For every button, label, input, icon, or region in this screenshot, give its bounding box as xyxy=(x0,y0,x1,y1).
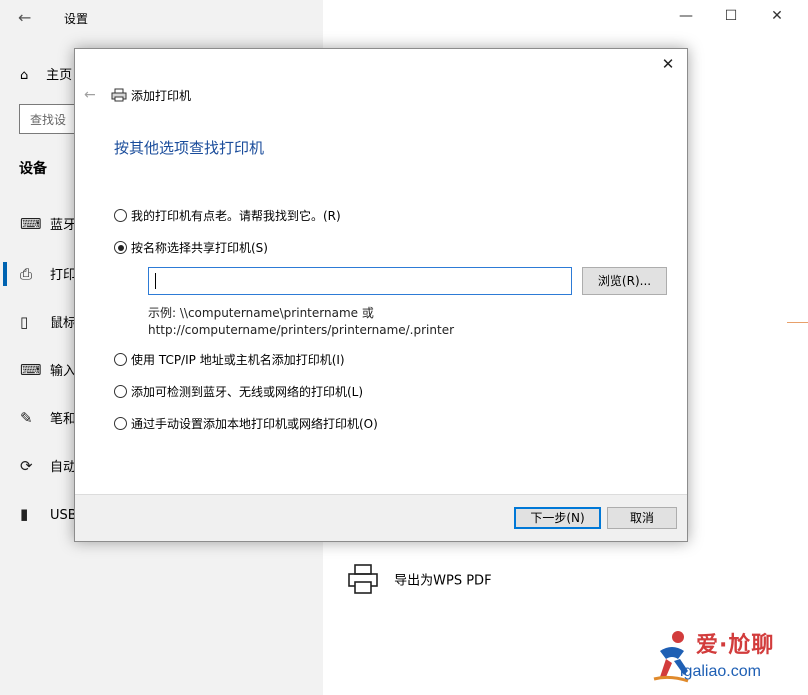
radio-button-selected[interactable] xyxy=(114,241,127,254)
sidebar-item-label: USB xyxy=(50,508,77,523)
dialog-footer: 下一步(N) 取消 xyxy=(75,494,687,541)
sidebar-item-usb[interactable]: ▮ USB xyxy=(20,502,77,526)
sidebar-item-typing[interactable]: ⌨ 输入 xyxy=(20,358,76,382)
text-caret xyxy=(155,273,156,289)
printer-name: 导出为WPS PDF xyxy=(394,573,492,589)
watermark-text-top: 爱·尬聊 xyxy=(696,633,775,658)
sidebar-item-pen[interactable]: ✎ 笔和 xyxy=(20,406,76,430)
sidebar-item-label: 蓝牙 xyxy=(50,218,77,233)
printer-icon: ⎙ xyxy=(20,265,33,283)
radio-button[interactable] xyxy=(114,417,127,430)
sidebar-item-printers[interactable]: ⎙ 打印 xyxy=(20,262,76,286)
dialog-close-button[interactable]: ✕ xyxy=(657,53,679,75)
usb-icon: ▮ xyxy=(20,505,29,523)
maximize-button[interactable]: ☐ xyxy=(717,5,745,27)
option-old-printer[interactable]: 我的打印机有点老。请帮我找到它。(R) xyxy=(114,207,341,225)
example-line-1: 示例: \\computername\printername 或 xyxy=(148,306,374,320)
keyboard-icon: ⌨ xyxy=(20,361,42,379)
printer-icon xyxy=(111,88,131,105)
radio-button[interactable] xyxy=(114,353,127,366)
option-label: 按名称选择共享打印机(S) xyxy=(131,241,268,255)
next-button[interactable]: 下一步(N) xyxy=(514,507,601,529)
sidebar-item-label: 鼠标 xyxy=(50,316,77,331)
back-arrow-icon[interactable]: ← xyxy=(18,8,31,27)
watermark-logo: 爱·尬聊 igaliao.com xyxy=(652,627,802,687)
dialog-heading: 按其他选项查找打印机 xyxy=(114,139,265,157)
sidebar-item-label: 输入 xyxy=(50,364,77,379)
cancel-button[interactable]: 取消 xyxy=(607,507,677,529)
radio-button[interactable] xyxy=(114,385,127,398)
add-printer-dialog: ✕ ← 添加打印机 按其他选项查找打印机 我的打印机有点老。请帮我找到它。(R)… xyxy=(74,48,688,542)
sidebar-item-mouse[interactable]: ▯ 鼠标 xyxy=(20,310,76,334)
printer-list-item[interactable]: 导出为WPS PDF xyxy=(346,562,492,600)
browse-button[interactable]: 浏览(R)... xyxy=(582,267,667,295)
option-bluetooth-wireless[interactable]: 添加可检测到蓝牙、无线或网络的打印机(L) xyxy=(114,383,363,401)
dialog-back-arrow-icon[interactable]: ← xyxy=(84,87,96,103)
section-heading: 设备 xyxy=(19,161,47,177)
example-text: 示例: \\computername\printername 或 http://… xyxy=(148,305,454,339)
printer-name-input[interactable] xyxy=(148,267,572,295)
sidebar-item-autoplay[interactable]: ⟳ 自动 xyxy=(20,454,76,478)
nav-home[interactable]: ⌂ 主页 xyxy=(20,64,72,83)
watermark-text-bottom: igaliao.com xyxy=(680,663,761,680)
sidebar-item-label: 打印 xyxy=(50,268,77,283)
sidebar-item-label: 自动 xyxy=(50,460,77,475)
option-manual-local[interactable]: 通过手动设置添加本地打印机或网络打印机(O) xyxy=(114,415,378,433)
option-shared-by-name[interactable]: 按名称选择共享打印机(S) xyxy=(114,239,268,257)
dialog-title: 添加打印机 xyxy=(111,87,191,105)
option-tcpip[interactable]: 使用 TCP/IP 地址或主机名添加打印机(I) xyxy=(114,351,345,369)
settings-title: 设置 xyxy=(64,12,89,26)
settings-titlebar: ← 设置 — ☐ ✕ xyxy=(0,0,808,34)
option-label: 通过手动设置添加本地打印机或网络打印机(O) xyxy=(131,417,378,431)
mouse-icon: ▯ xyxy=(20,313,29,331)
bluetooth-icon: ⌨ xyxy=(20,215,42,233)
search-placeholder: 查找设 xyxy=(30,113,67,127)
radio-button[interactable] xyxy=(114,209,127,222)
nav-home-label: 主页 xyxy=(46,68,73,83)
dialog-title-label: 添加打印机 xyxy=(131,89,192,103)
option-label: 我的打印机有点老。请帮我找到它。(R) xyxy=(131,209,341,223)
sidebar-item-label: 笔和 xyxy=(50,412,77,427)
nav-selection-indicator xyxy=(3,262,7,286)
pen-icon: ✎ xyxy=(20,409,33,427)
minimize-button[interactable]: — xyxy=(672,5,700,27)
option-label: 添加可检测到蓝牙、无线或网络的打印机(L) xyxy=(131,385,364,399)
home-icon: ⌂ xyxy=(20,68,29,83)
divider xyxy=(787,322,808,323)
autoplay-icon: ⟳ xyxy=(20,457,33,475)
sidebar-item-bluetooth[interactable]: ⌨ 蓝牙 xyxy=(20,212,76,236)
close-button[interactable]: ✕ xyxy=(763,5,791,27)
printer-icon xyxy=(346,562,390,600)
option-label: 使用 TCP/IP 地址或主机名添加打印机(I) xyxy=(131,353,345,367)
example-line-2: http://computername/printers/printername… xyxy=(148,323,455,337)
